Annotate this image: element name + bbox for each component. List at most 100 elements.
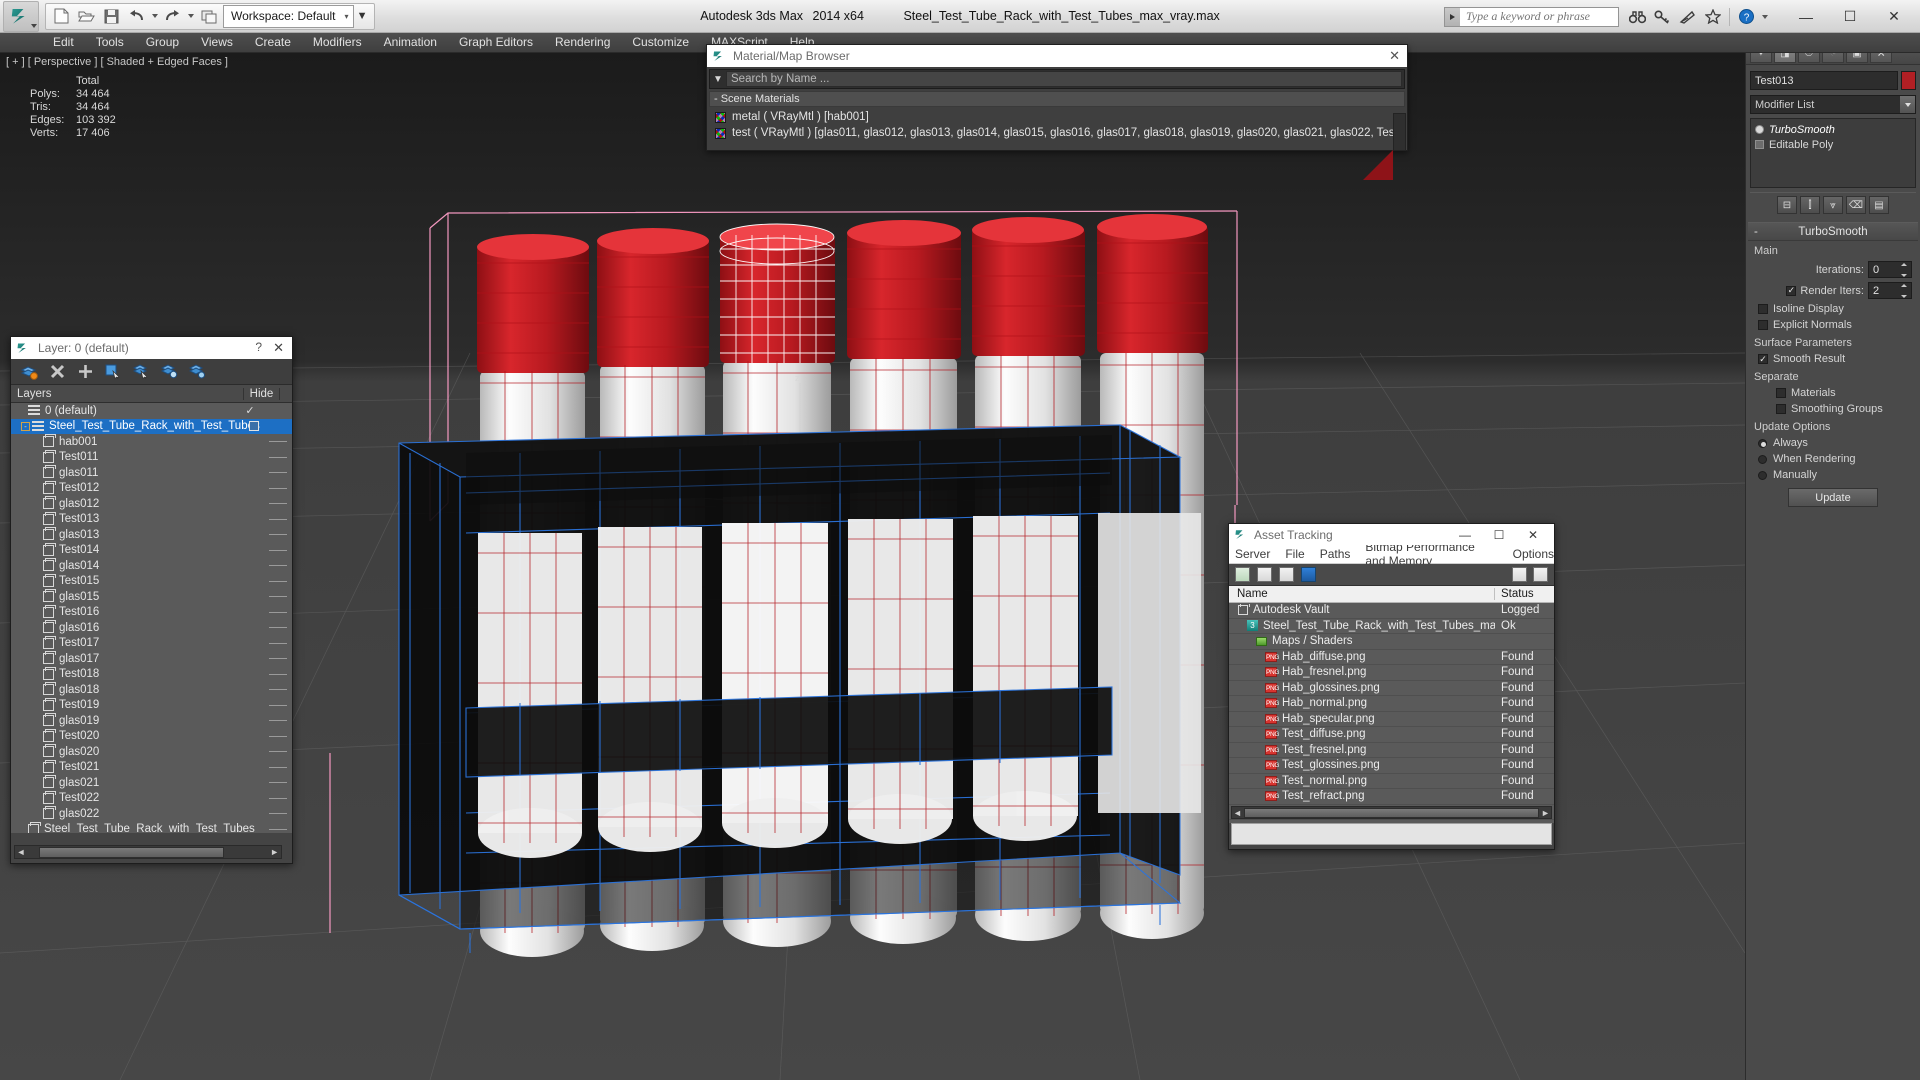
scroll-right-icon[interactable]: ► <box>1540 808 1551 818</box>
layer-row[interactable]: glas011 <box>11 465 292 481</box>
layer-row[interactable]: Steel_Test_Tube_Rack_with_Test_Tubes <box>11 821 292 833</box>
update-when-rendering-row[interactable]: When Rendering <box>1748 451 1918 467</box>
maximize-button[interactable]: ☐ <box>1482 528 1516 542</box>
create-new-layer-icon[interactable] <box>20 363 38 380</box>
remove-modifier-button[interactable]: ⌫ <box>1846 196 1866 214</box>
application-menu-button[interactable] <box>3 0 39 32</box>
asset-row[interactable]: PNG Test_normal.png Found <box>1229 774 1554 789</box>
search-input[interactable] <box>1460 7 1618 26</box>
menu-create[interactable]: Create <box>244 33 302 52</box>
smooth-result-checkbox[interactable]: ✓ <box>1758 354 1768 364</box>
rollout-header[interactable]: - TurboSmooth <box>1748 223 1918 241</box>
grid-view-icon[interactable] <box>1279 567 1294 582</box>
render-iters-spinner[interactable]: 2 <box>1868 282 1912 299</box>
chevron-down-icon[interactable]: ▾ <box>345 12 349 21</box>
expand-collapse-icon[interactable]: - <box>21 421 30 431</box>
help-dropdown[interactable] <box>1759 5 1770 28</box>
stack-item-turbosmooth[interactable]: TurboSmooth <box>1751 122 1915 137</box>
help-icon[interactable]: ? <box>255 340 262 354</box>
menu-edit[interactable]: Edit <box>42 33 85 52</box>
iterations-spinner[interactable]: 0 <box>1868 261 1912 278</box>
material-search-row[interactable]: ▼ Search by Name ... <box>709 69 1405 89</box>
quick-access-more-button[interactable]: ▼ <box>354 5 371 28</box>
layer-row[interactable]: hab001 <box>11 434 292 450</box>
menu-paths[interactable]: Paths <box>1320 547 1351 561</box>
material-browser-scrollbar[interactable] <box>1393 113 1406 151</box>
layer-row[interactable]: Test013 <box>11 511 292 528</box>
layer-dialog-titlebar[interactable]: Layer: 0 (default) ? ✕ <box>11 337 292 359</box>
refresh-icon[interactable] <box>1235 567 1250 582</box>
configure-modifier-sets-button[interactable]: ▤ <box>1869 196 1889 214</box>
make-unique-button[interactable]: ⩔ <box>1823 196 1843 214</box>
separate-materials-row[interactable]: Materials <box>1748 385 1918 401</box>
redo-icon[interactable] <box>160 5 185 28</box>
minimize-button[interactable]: — <box>1784 4 1828 30</box>
layer-row[interactable]: glas012 <box>11 496 292 512</box>
asset-row[interactable]: Maps / Shaders <box>1229 634 1554 650</box>
modifier-list-dropdown[interactable]: Modifier List <box>1750 95 1916 114</box>
chevron-down-icon[interactable] <box>1900 96 1915 113</box>
show-end-result-button[interactable]: ⫿ <box>1800 196 1820 214</box>
list-view-icon[interactable] <box>1257 567 1272 582</box>
layer-row[interactable]: Test011 <box>11 449 292 466</box>
new-file-icon[interactable] <box>49 5 74 28</box>
open-file-icon[interactable] <box>74 5 99 28</box>
update-manually-radio[interactable] <box>1758 470 1767 480</box>
asset-horizontal-scrollbar[interactable]: ◄ ► <box>1231 806 1552 819</box>
close-button[interactable]: ✕ <box>1872 4 1916 30</box>
expand-all-icon[interactable] <box>1512 567 1527 582</box>
layer-row[interactable]: glas017 <box>11 651 292 667</box>
menu-server[interactable]: Server <box>1235 547 1270 561</box>
help-icon[interactable]: ? <box>1734 5 1759 29</box>
binoculars-icon[interactable] <box>1625 5 1650 29</box>
layer-row[interactable]: Test016 <box>11 604 292 621</box>
menu-group[interactable]: Group <box>135 33 190 52</box>
isoline-display-row[interactable]: Isoline Display <box>1748 301 1918 317</box>
explicit-normals-checkbox[interactable] <box>1758 320 1768 330</box>
undo-dropdown[interactable] <box>149 5 160 28</box>
satellite-icon[interactable] <box>1675 5 1700 29</box>
asset-row[interactable]: PNG Hab_glossines.png Found <box>1229 681 1554 696</box>
update-always-radio[interactable] <box>1758 438 1767 448</box>
menu-graph-editors[interactable]: Graph Editors <box>448 33 544 52</box>
scrollbar-thumb[interactable] <box>39 846 224 858</box>
object-color-swatch[interactable] <box>1901 71 1916 90</box>
asset-row[interactable]: PNG Test_fresnel.png Found <box>1229 743 1554 758</box>
material-search-input[interactable]: Search by Name ... <box>726 71 1402 87</box>
layer-row[interactable]: Test014 <box>11 542 292 559</box>
lightbulb-icon[interactable] <box>1755 125 1764 134</box>
pin-stack-button[interactable]: ⊟ <box>1777 196 1797 214</box>
name-column-header[interactable]: Name <box>1229 588 1495 600</box>
redo-dropdown[interactable] <box>185 5 196 28</box>
material-row-test[interactable]: test ( VRayMtl ) [glas011, glas012, glas… <box>709 125 1405 141</box>
separate-smoothing-groups-checkbox[interactable] <box>1776 404 1786 414</box>
workspace-selector[interactable]: Workspace: Default ▾ <box>223 4 354 28</box>
asset-row[interactable]: PNG Hab_normal.png Found <box>1229 696 1554 712</box>
asset-row[interactable]: PNG Hab_diffuse.png Found <box>1229 650 1554 665</box>
update-manually-row[interactable]: Manually <box>1748 467 1918 483</box>
close-icon[interactable]: ✕ <box>273 340 284 356</box>
layer-row[interactable]: glas018 <box>11 682 292 698</box>
update-when-rendering-radio[interactable] <box>1758 454 1767 464</box>
asset-row[interactable]: PNG Test_diffuse.png Found <box>1229 727 1554 743</box>
separate-smoothing-groups-row[interactable]: Smoothing Groups <box>1748 401 1918 417</box>
layer-horizontal-scrollbar[interactable]: ◄ ► <box>14 845 282 859</box>
favorites-star-icon[interactable] <box>1700 5 1725 29</box>
layer-row[interactable]: glas016 <box>11 620 292 636</box>
search-box[interactable] <box>1444 6 1619 27</box>
collapse-all-icon[interactable] <box>1533 567 1548 582</box>
scroll-left-icon[interactable]: ◄ <box>1232 808 1243 818</box>
menu-rendering[interactable]: Rendering <box>544 33 621 52</box>
stack-item-editable-poly[interactable]: Editable Poly <box>1751 137 1915 152</box>
highlight-selected-objects-layer-icon[interactable] <box>160 363 178 380</box>
project-folder-icon[interactable] <box>196 5 221 28</box>
spinner-arrows-icon[interactable] <box>1901 263 1910 277</box>
close-button[interactable]: ✕ <box>1516 528 1550 542</box>
layer-row[interactable]: glas019 <box>11 713 292 729</box>
update-always-row[interactable]: Always <box>1748 435 1918 451</box>
menu-views[interactable]: Views <box>190 33 244 52</box>
select-objects-in-layer-icon[interactable] <box>105 363 122 380</box>
isoline-display-checkbox[interactable] <box>1758 304 1768 314</box>
layer-row[interactable]: glas013 <box>11 527 292 543</box>
menu-file[interactable]: File <box>1285 547 1304 561</box>
